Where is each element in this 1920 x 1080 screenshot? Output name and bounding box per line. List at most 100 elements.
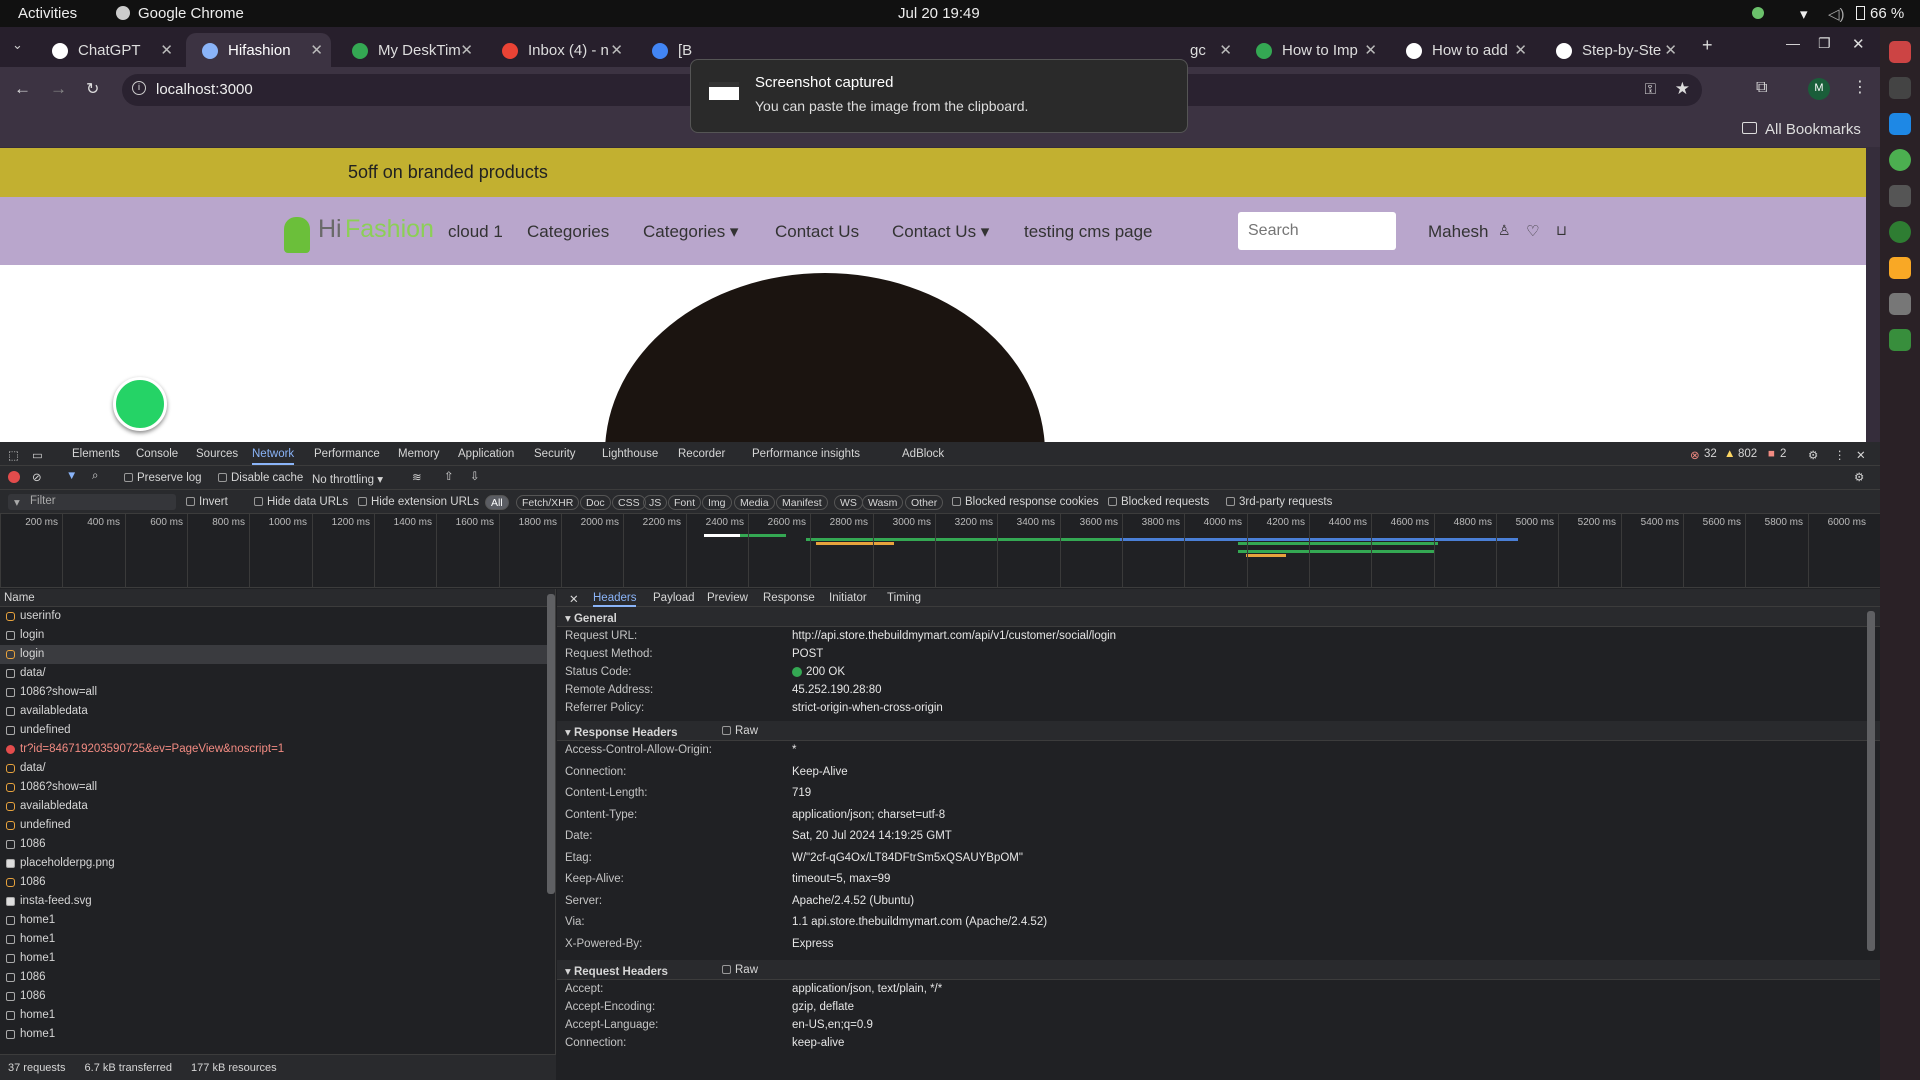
request-row[interactable]: undefined [0,816,555,835]
header-value[interactable]: strict-origin-when-cross-origin [792,702,943,714]
request-row[interactable]: home1 [0,1006,555,1025]
request-list-scrollbar[interactable] [547,594,555,894]
header-value[interactable]: Keep-Alive [792,766,848,778]
tab-inbox[interactable]: Inbox (4) - n ✕ [486,33,631,67]
search-icon[interactable]: ⌕ [92,470,98,483]
request-row[interactable]: placeholderpg.png [0,854,555,873]
warning-count[interactable]: 802 [1738,448,1757,460]
request-row[interactable]: userinfo [0,607,555,626]
network-settings-icon[interactable]: ⚙ [1854,470,1864,484]
device-toolbar-icon[interactable]: ▭ [32,448,43,462]
issues-count[interactable]: 2 [1780,448,1786,460]
header-value[interactable]: * [792,744,796,756]
header-value[interactable]: gzip, deflate [792,1001,854,1013]
close-window-icon[interactable]: ✕ [1852,35,1865,53]
type-filter-wasm[interactable]: Wasm [862,495,904,510]
request-row[interactable]: availabledata [0,702,555,721]
tab-response[interactable]: Response [763,592,815,604]
type-filter-doc[interactable]: Doc [580,495,611,510]
tab-elements[interactable]: Elements [72,448,120,460]
nav-testing-cms-page[interactable]: testing cms page [1024,222,1153,242]
request-row[interactable]: 1086 [0,987,555,1006]
network-conditions-icon[interactable]: ≋ [412,470,422,484]
tab-initiator[interactable]: Initiator [829,592,867,604]
header-value[interactable]: 1.1 api.store.thebuildmymart.com (Apache… [792,916,1047,928]
import-har-icon[interactable]: ⇧ [444,469,454,483]
forward-icon[interactable]: → [50,79,67,99]
header-value[interactable]: Express [792,938,834,950]
invert-checkbox[interactable]: Invert [186,496,228,508]
request-row[interactable]: home1 [0,949,555,968]
close-tab-icon[interactable]: ✕ [460,41,473,59]
request-row[interactable]: home1 [0,911,555,930]
header-value[interactable]: W/"2cf-qG4Ox/LT84DFtrSm5xQSAUYBpOM" [792,852,1023,864]
throttling-select[interactable]: No throttling ▾ [312,472,383,486]
preserve-log-checkbox[interactable]: Preserve log [124,472,202,484]
type-filter-other[interactable]: Other [905,495,944,510]
warning-icon[interactable]: ▲ [1724,448,1735,460]
type-filter-manifest[interactable]: Manifest [776,495,828,510]
header-value[interactable]: Sat, 20 Jul 2024 14:19:25 GMT [792,830,952,842]
request-row[interactable]: login [0,626,555,645]
type-filter-img[interactable]: Img [702,495,732,510]
error-icon[interactable]: ⊗ [1690,448,1700,462]
nav-contact-us-dropdown[interactable]: Contact Us ▾ [892,222,989,242]
user-name[interactable]: Mahesh [1428,222,1488,242]
update-icon[interactable] [1752,7,1764,19]
shopping-bag-logo-icon[interactable] [284,217,310,253]
tab-network[interactable]: Network [252,448,295,465]
inspect-icon[interactable]: ⬚ [8,448,19,462]
request-row[interactable]: 1086 [0,968,555,987]
nav-contact-us[interactable]: Contact Us [775,222,859,242]
minimize-icon[interactable]: — [1786,35,1800,51]
request-row[interactable]: 1086?show=all [0,778,555,797]
request-row[interactable]: home1 [0,1025,555,1044]
type-filter-fetch-xhr[interactable]: Fetch/XHR [516,495,580,510]
vpn-app-icon[interactable] [1889,221,1911,243]
chrome-app-icon[interactable] [1889,149,1911,171]
blocked-requests-checkbox[interactable]: Blocked requests [1108,496,1209,508]
tab-lighthouse[interactable]: Lighthouse [602,448,658,460]
close-tab-icon[interactable]: ✕ [1514,41,1527,59]
battery-icon[interactable] [1856,6,1865,20]
request-row[interactable]: tr?id=846719203590725&ev=PageView&noscri… [0,740,555,759]
tab-headers[interactable]: Headers [593,592,637,607]
tab-b[interactable]: [B [636,33,696,67]
network-overview-timeline[interactable]: 200 ms 400 ms 600 ms 800 ms 1000 ms 1200 ms 14… [0,514,1880,588]
site-info-icon[interactable]: i [132,81,146,95]
hide-extension-urls-checkbox[interactable]: Hide extension URLs [358,496,479,508]
response-headers-section-header[interactable]: ▾ Response Headers Raw [557,721,1880,741]
tab-search-icon[interactable]: ⌄ [12,37,23,53]
request-row[interactable]: data/ [0,664,555,683]
request-row[interactable]: 1086 [0,873,555,892]
whatsapp-icon[interactable] [113,377,167,431]
request-headers-section-header[interactable]: ▾ Request Headers Raw [557,960,1880,980]
clock[interactable]: Jul 20 19:49 [898,5,980,22]
filter-input[interactable]: ▾ Filter [8,494,176,510]
header-value[interactable]: 45.252.190.28:80 [792,684,882,696]
volume-icon[interactable]: ◁) [1828,5,1845,23]
request-row[interactable]: home1 [0,930,555,949]
bookmark-star-icon[interactable]: ★ [1675,79,1690,99]
user-icon[interactable]: ♙ [1498,222,1511,239]
restore-icon[interactable]: ❐ [1818,35,1831,52]
name-column-header[interactable]: Name [0,589,555,607]
response-raw-checkbox[interactable]: Raw [722,725,758,737]
close-tab-icon[interactable]: ✕ [610,41,623,59]
logo-hi[interactable]: Hi [318,215,342,244]
tab-recorder[interactable]: Recorder [678,448,725,460]
tab-memory[interactable]: Memory [398,448,440,460]
password-key-icon[interactable]: ⚿ [1645,81,1656,98]
type-filter-ws[interactable]: WS [834,495,863,510]
tab-performance[interactable]: Performance [314,448,380,460]
header-value[interactable]: keep-alive [792,1037,844,1049]
tab-adblock[interactable]: AdBlock [902,448,944,460]
header-value[interactable]: 719 [792,787,811,799]
close-devtools-icon[interactable]: ✕ [1856,448,1866,462]
wifi-icon[interactable]: ▾ [1800,5,1808,23]
nav-categories-dropdown[interactable]: Categories ▾ [643,222,738,242]
new-tab-icon[interactable]: + [1702,35,1713,56]
hide-data-urls-checkbox[interactable]: Hide data URLs [254,496,348,508]
header-value[interactable]: timeout=5, max=99 [792,873,890,885]
request-row[interactable]: 1086 [0,835,555,854]
